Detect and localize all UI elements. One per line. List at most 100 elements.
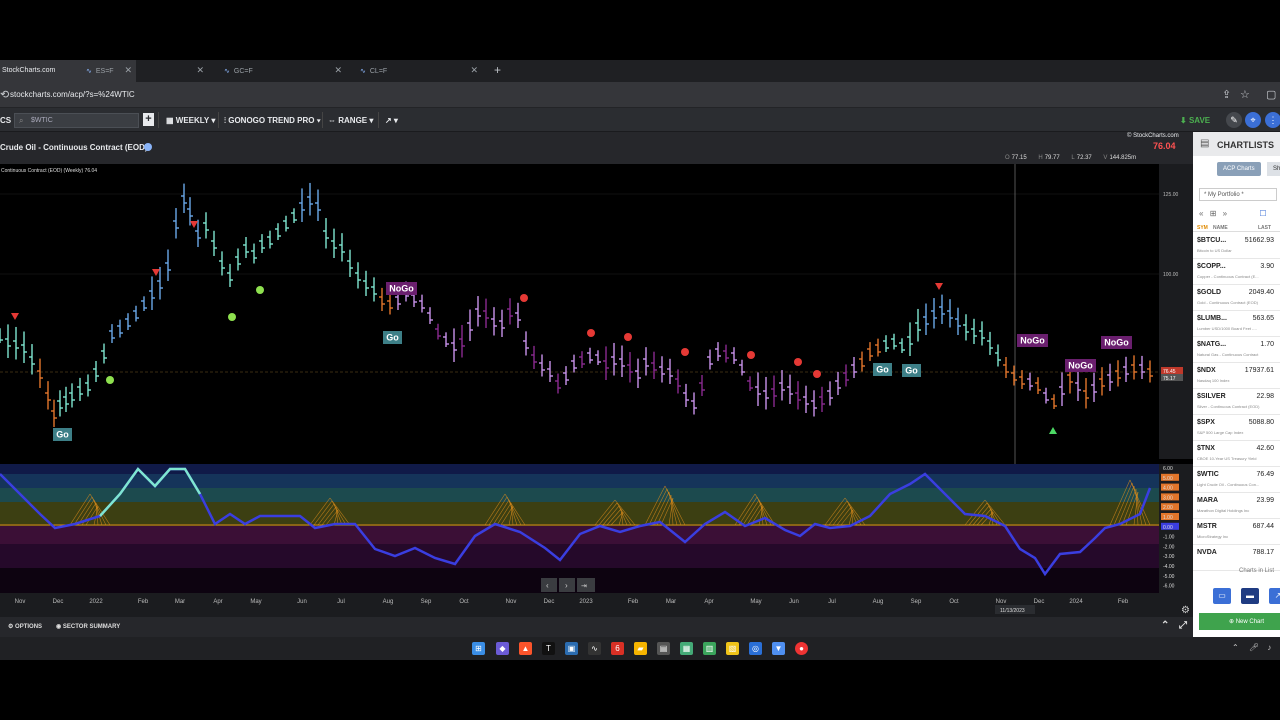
- chartlist-row[interactable]: $BTCU... 51662.93 Bitcoin to US Dollar: [1193, 233, 1280, 259]
- close-icon[interactable]: ✕: [334, 65, 342, 76]
- info-icon[interactable]: [144, 143, 152, 151]
- chartlist-panel: ▤ CHARTLISTS ACP Charts Sha * My Portfol…: [1193, 132, 1280, 637]
- grid-view-icon[interactable]: ⊞: [1210, 209, 1217, 218]
- more-options-button[interactable]: ⋮: [1265, 112, 1280, 128]
- row-symbol: MARA: [1197, 497, 1218, 504]
- row-symbol: NVDA: [1197, 549, 1217, 556]
- chartlist-row[interactable]: $SILVER 22.98 Silver - Continuous Contract…: [1193, 389, 1280, 415]
- draw-tool-button[interactable]: ✎: [1226, 112, 1242, 128]
- app-icon[interactable]: 6: [611, 642, 624, 655]
- app-icon[interactable]: ▤: [657, 642, 670, 655]
- chevron-down-icon: ▾: [314, 116, 321, 125]
- chartlist-share-button[interactable]: ↗: [1269, 588, 1280, 604]
- chartlist-row[interactable]: $WTIC 76.49 Light Crude Oil - Continuous C…: [1193, 467, 1280, 493]
- chart-type-dropdown[interactable]: ↗ ▾: [385, 108, 398, 132]
- close-icon[interactable]: ✕: [196, 65, 204, 76]
- chartlist-row[interactable]: $COPP... 3.90 Copper - Continuous Contract…: [1193, 259, 1280, 285]
- browser-tab-cl[interactable]: ∿ CL=F ✕: [346, 60, 482, 82]
- microphone-icon[interactable]: 🎤︎: [1249, 643, 1259, 652]
- windows-start-icon[interactable]: ⊞: [472, 642, 485, 655]
- chartlist-row[interactable]: MSTR 687.44 MicroStrategy Inc: [1193, 519, 1280, 545]
- new-tab-button[interactable]: +: [494, 63, 501, 77]
- scroll-left-button[interactable]: [541, 578, 557, 592]
- chart-app-icon[interactable]: ∿: [588, 642, 601, 655]
- chartlist-row[interactable]: $NDX 17937.61 Nasdaq 100 Index: [1193, 363, 1280, 389]
- tradingview-icon[interactable]: T: [542, 642, 555, 655]
- sector-summary-button[interactable]: ◉ SECTOR SUMMARY: [56, 623, 120, 630]
- chartlist-row[interactable]: $LUMB... 563.65 Lumber USD/1000 Board Feet…: [1193, 311, 1280, 337]
- save-button[interactable]: ⬇ SAVE: [1180, 116, 1210, 125]
- date-tick-label: May: [750, 599, 761, 605]
- chevron-up-icon[interactable]: ⌃: [1232, 643, 1239, 652]
- brand-fragment: CS: [0, 116, 12, 125]
- tab-shared[interactable]: Sha: [1267, 162, 1280, 176]
- col-name: NAME: [1213, 225, 1228, 231]
- tab-acp-charts[interactable]: ACP Charts: [1217, 162, 1261, 176]
- range-dropdown[interactable]: ⇔ RANGE ▾: [328, 108, 373, 132]
- bookmark-star-icon[interactable]: ☆: [1240, 88, 1250, 101]
- brave-icon[interactable]: ▲: [519, 642, 532, 655]
- row-last: 22.98: [1256, 393, 1274, 400]
- share-icon: ↗: [1274, 591, 1280, 600]
- share-icon[interactable]: ⇪: [1222, 88, 1231, 101]
- save-label: SAVE: [1188, 116, 1211, 125]
- go-signal-label: Go: [876, 365, 889, 375]
- app-icon[interactable]: ◎: [749, 642, 762, 655]
- extensions-icon[interactable]: ▢: [1266, 88, 1276, 101]
- sector-icon: ◉: [56, 624, 63, 630]
- row-symbol: $BTCU...: [1197, 237, 1227, 244]
- osc-zone: [0, 544, 1159, 568]
- fullscreen-icon[interactable]: ⤢: [1179, 620, 1187, 631]
- options-button[interactable]: ⚙ OPTIONS: [8, 623, 42, 630]
- gear-icon[interactable]: ⚙: [1181, 605, 1190, 616]
- address-bar[interactable]: ⟲ stockcharts.com/acp/?s=%24WTIC ⇪ ☆ ▢: [0, 82, 1280, 108]
- collapse-up-icon[interactable]: ⌃: [1161, 620, 1169, 631]
- close-icon[interactable]: ✕: [470, 65, 478, 76]
- app-icon[interactable]: ◆: [496, 642, 509, 655]
- checkbox-icon[interactable]: ☐: [1259, 209, 1266, 218]
- url-text[interactable]: stockcharts.com/acp/?s=%24WTIC: [10, 90, 135, 99]
- row-description: Copper - Continuous Contract (E...: [1197, 274, 1259, 279]
- period-dropdown[interactable]: ▦ WEEKLY ▾: [166, 108, 215, 132]
- osc-tick-label: 4.00: [1163, 486, 1173, 492]
- new-chart-button[interactable]: ⊕ New Chart: [1199, 613, 1280, 630]
- app-icon[interactable]: ▣: [565, 642, 578, 655]
- price-chart[interactable]: Continuous Contract (EOD) (Weekly) 76.04…: [0, 164, 1193, 617]
- date-tick-label: Jul: [828, 599, 836, 605]
- chartlist-icon: ▤: [1200, 138, 1210, 149]
- site-info-icon[interactable]: ⟲: [0, 88, 9, 101]
- chartlist-row[interactable]: $GOLD 2049.40 Gold - Continuous Contract (…: [1193, 285, 1280, 311]
- chevron-left-double-icon[interactable]: «: [1199, 209, 1203, 218]
- chrome-icon[interactable]: ●: [795, 642, 808, 655]
- chartlist-row[interactable]: MARA 23.99 Marathon Digital Holdings Inc: [1193, 493, 1280, 519]
- chartlist-action-button[interactable]: ▭: [1213, 588, 1231, 604]
- chartlist-folder-button[interactable]: ▬: [1241, 588, 1259, 604]
- notes-icon[interactable]: ▧: [726, 642, 739, 655]
- price-axis: [1159, 164, 1193, 459]
- chevron-right-double-icon[interactable]: »: [1223, 209, 1227, 218]
- speaker-icon[interactable]: ♪: [1267, 643, 1271, 652]
- chart-legend: Continuous Contract (EOD) (Weekly) 76.04: [1, 168, 97, 174]
- ohlc-high: 79.77: [1044, 155, 1060, 161]
- range-icon: ⇔: [328, 116, 339, 125]
- browser-tab-gc[interactable]: ∿ GC=F ✕: [210, 60, 346, 82]
- portfolio-select[interactable]: * My Portfolio *: [1199, 188, 1277, 201]
- symbol-input[interactable]: ⌕ $WTIC: [14, 113, 139, 128]
- crosshair-button[interactable]: ⌖: [1245, 112, 1261, 128]
- spreadsheet-icon[interactable]: ▥: [703, 642, 716, 655]
- ohlc-open: 77.15: [1011, 155, 1027, 161]
- chartlist-row[interactable]: $SPX 5088.80 S&P 500 Large Cap Index: [1193, 415, 1280, 441]
- options-label: OPTIONS: [15, 624, 43, 630]
- row-description: Marathon Digital Holdings Inc: [1197, 508, 1250, 513]
- app-icon[interactable]: ▼: [772, 642, 785, 655]
- ohlc-key: V: [1103, 155, 1108, 161]
- indicator-dropdown[interactable]: ⫶ GONOGO TREND PRO ▾: [224, 108, 321, 132]
- app-icon[interactable]: ▦: [680, 642, 693, 655]
- file-explorer-icon[interactable]: ▰: [634, 642, 647, 655]
- date-tick-label: Dec: [544, 599, 555, 605]
- system-tray: ⌃ 🎤︎ ♪: [1232, 643, 1271, 652]
- chartlist-row[interactable]: $TNX 42.60 CBOE 10-Year US Treasury Yield: [1193, 441, 1280, 467]
- chartlist-row[interactable]: $NATG... 1.70 Natural Gas - Continuous Con…: [1193, 337, 1280, 363]
- add-symbol-button[interactable]: +: [143, 113, 154, 126]
- browser-tab-es[interactable]: ∿ ES=F ✕: [72, 60, 208, 82]
